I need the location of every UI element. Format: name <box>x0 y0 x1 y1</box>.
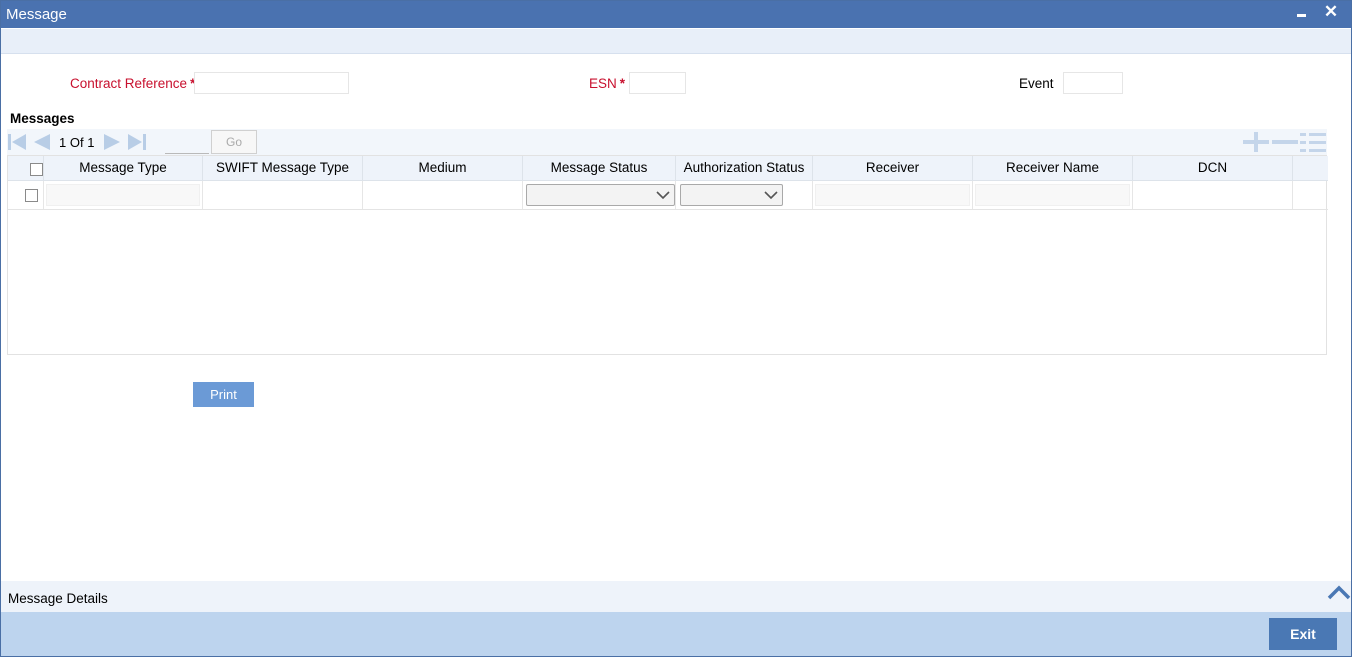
sub-toolbar <box>1 29 1351 54</box>
esn-label: ESN * <box>589 76 625 91</box>
next-page-icon[interactable] <box>103 133 123 151</box>
authorization-status-select[interactable] <box>680 184 783 206</box>
contract-reference-label: Contract Reference * <box>70 76 195 91</box>
pager-current: 1 <box>59 135 67 150</box>
message-type-value <box>46 184 200 206</box>
column-header-receiver-name[interactable]: Receiver Name <box>973 156 1133 180</box>
select-all-cell <box>8 156 44 180</box>
messages-table: Message Type SWIFT Message Type Medium M… <box>7 155 1328 355</box>
title-bar: Message ✕ <box>1 1 1351 28</box>
footer-bar: Exit <box>1 612 1351 656</box>
pager-text: 1 Of 1 <box>59 135 94 150</box>
column-header-dcn[interactable]: DCN <box>1133 156 1293 180</box>
contract-reference-label-text: Contract Reference <box>70 76 188 91</box>
select-all-checkbox[interactable] <box>30 163 43 176</box>
close-icon[interactable]: ✕ <box>1318 1 1344 28</box>
go-button[interactable]: Go <box>211 130 257 154</box>
column-header-authorization-status[interactable]: Authorization Status <box>676 156 813 180</box>
message-window: Message ✕ Contract Reference * ESN * Event… <box>0 0 1352 657</box>
cell-receiver <box>813 181 973 209</box>
cell-authorization-status <box>676 181 813 209</box>
exit-button[interactable]: Exit <box>1269 618 1337 650</box>
message-details-bar: Message Details <box>1 581 1351 612</box>
delete-row-icon[interactable] <box>1272 132 1298 152</box>
previous-page-icon[interactable] <box>31 133 51 151</box>
cell-receiver-name <box>973 181 1133 209</box>
receiver-value <box>815 184 970 206</box>
message-details-link[interactable]: Message Details <box>8 591 108 606</box>
page-number-input[interactable] <box>165 133 209 154</box>
cell-message-status <box>523 181 676 209</box>
chevron-down-icon <box>764 191 778 200</box>
column-header-medium[interactable]: Medium <box>363 156 523 180</box>
pager-of-label: Of <box>69 135 84 150</box>
last-page-icon[interactable] <box>127 133 147 151</box>
cell-medium <box>363 181 523 209</box>
window-title: Message <box>6 6 67 23</box>
chevron-up-icon[interactable] <box>1327 585 1351 601</box>
esn-input[interactable] <box>629 72 686 94</box>
event-input[interactable] <box>1063 72 1123 94</box>
column-header-message-status[interactable]: Message Status <box>523 156 676 180</box>
cell-dcn <box>1133 181 1293 209</box>
pager-total: 1 <box>87 135 95 150</box>
chevron-down-icon <box>656 191 670 200</box>
table-header: Message Type SWIFT Message Type Medium M… <box>8 156 1328 181</box>
esn-label-text: ESN <box>589 76 617 91</box>
message-status-select[interactable] <box>526 184 675 206</box>
required-marker: * <box>619 76 626 91</box>
messages-section-title: Messages <box>10 111 75 126</box>
minimize-icon[interactable] <box>1289 1 1315 28</box>
add-row-icon[interactable] <box>1243 132 1269 152</box>
row-select-cell <box>8 181 44 209</box>
cell-message-type <box>44 181 203 209</box>
contract-reference-input[interactable] <box>194 72 349 94</box>
single-view-icon[interactable] <box>1300 132 1326 152</box>
column-header-receiver[interactable]: Receiver <box>813 156 973 180</box>
column-header-swift-message-type[interactable]: SWIFT Message Type <box>203 156 363 180</box>
receiver-name-value <box>975 184 1130 206</box>
table-row <box>8 181 1328 210</box>
cell-swift-message-type <box>203 181 363 209</box>
print-button[interactable]: Print <box>193 382 254 407</box>
column-header-message-type[interactable]: Message Type <box>44 156 203 180</box>
grid-toolbar: 1 Of 1 Go <box>7 129 1327 155</box>
event-label: Event <box>1019 76 1054 91</box>
first-page-icon[interactable] <box>7 133 27 151</box>
row-checkbox[interactable] <box>25 189 38 202</box>
